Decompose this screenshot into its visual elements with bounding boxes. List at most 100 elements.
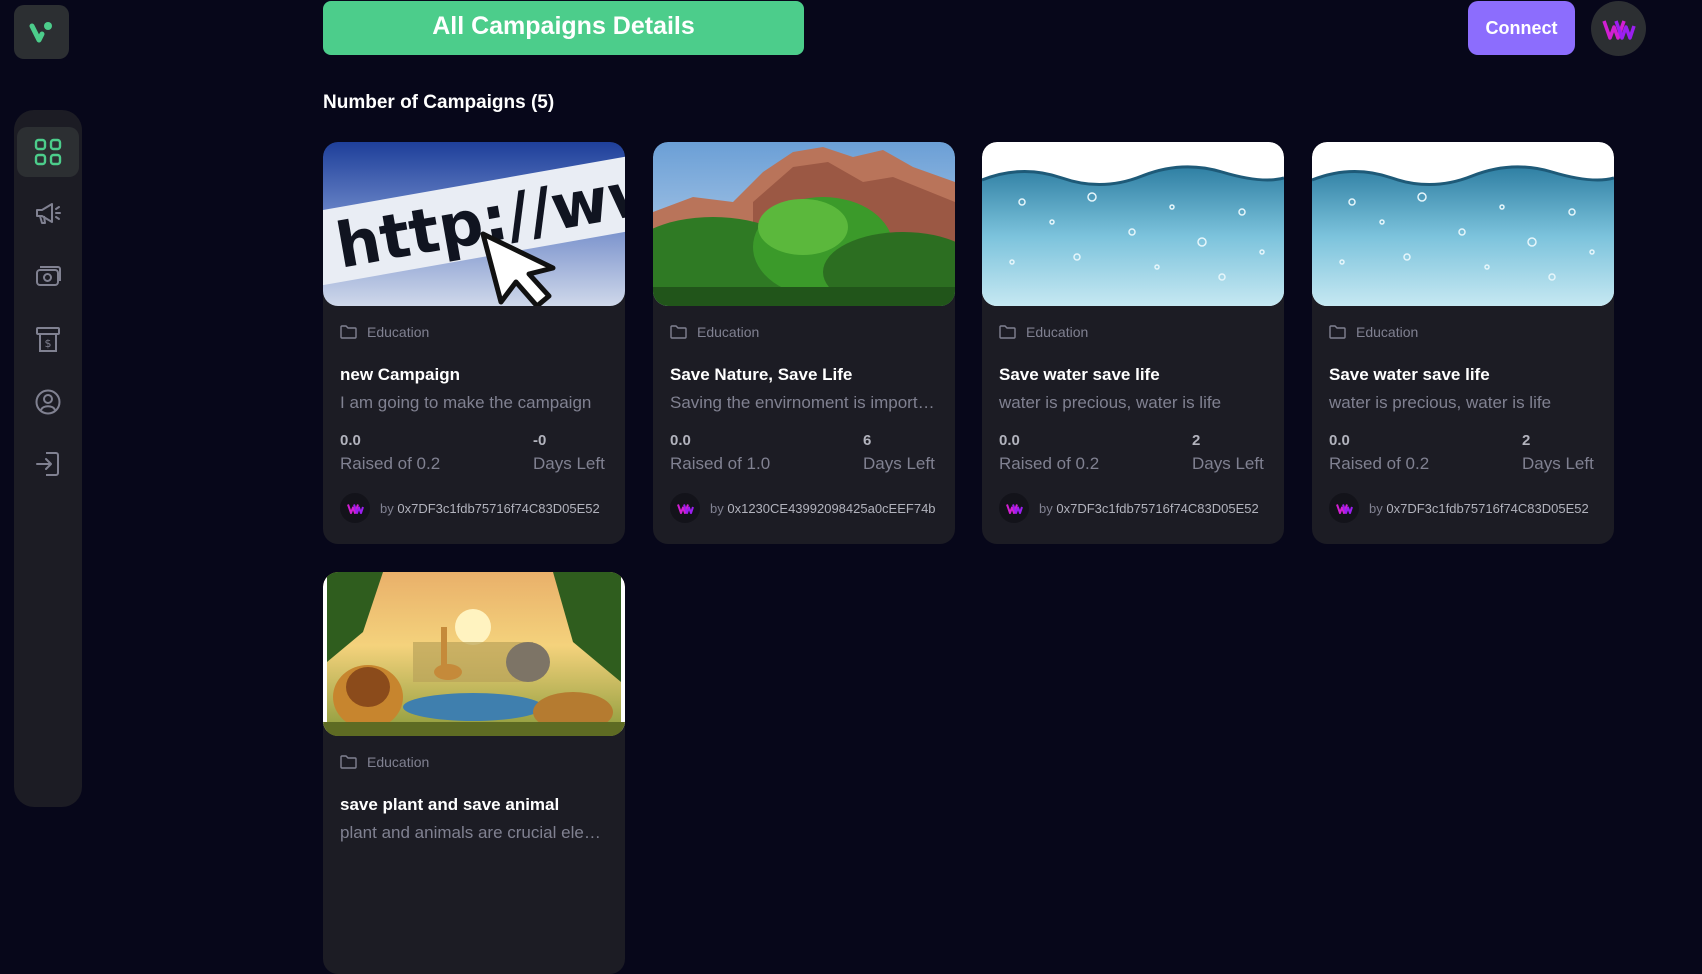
days-left-label: Days Left xyxy=(1192,454,1264,473)
owner-text: by 0x7DF3c1fdb75716f74C83D05E52 xyxy=(1369,501,1597,516)
campaign-count-heading: Number of Campaigns (5) xyxy=(323,92,555,113)
owner-prefix: by xyxy=(710,500,724,516)
brand-logo-icon xyxy=(676,503,694,514)
days-left-value: 2 xyxy=(1522,432,1531,449)
category-row: Education xyxy=(1329,324,1418,340)
campaign-card[interactable]: Education save plant and save animal pla… xyxy=(323,572,625,974)
owner-avatar xyxy=(340,493,370,523)
days-left-stat: 2 Days Left xyxy=(1522,432,1594,474)
connect-button[interactable]: Connect xyxy=(1468,1,1575,55)
browser-url-image: http://www xyxy=(323,142,625,306)
days-left-value: 2 xyxy=(1192,432,1201,449)
campaign-description: I am going to make the campaign xyxy=(340,393,592,412)
raised-label: Raised of 0.2 xyxy=(999,454,1100,473)
campaign-image xyxy=(323,572,625,736)
campaign-description: water is precious, water is life xyxy=(1329,393,1552,412)
raised-amount: 0.0 xyxy=(999,432,1020,449)
sidebar-item-create-campaign[interactable] xyxy=(17,189,79,239)
raised-stat: 0.0 Raised of 1.0 xyxy=(670,432,770,474)
owner-avatar xyxy=(670,493,700,523)
owner-row: by 0x7DF3c1fdb75716f74C83D05E52 xyxy=(340,493,608,523)
category-label: Education xyxy=(1026,324,1089,340)
dashboard-icon xyxy=(34,138,62,166)
raised-stat: 0.0 Raised of 0.2 xyxy=(1329,432,1429,474)
sidebar: $ xyxy=(14,110,82,807)
animals-jungle-image xyxy=(323,572,625,736)
campaign-card[interactable]: Education Save water save life water is … xyxy=(1312,142,1614,544)
sidebar-item-profile[interactable] xyxy=(17,377,79,427)
water-bubbles-image xyxy=(1312,142,1614,306)
owner-row: by 0x1230CE43992098425a0cEEF74b xyxy=(670,493,938,523)
days-left-stat: 2 Days Left xyxy=(1192,432,1264,474)
campaign-title: new Campaign xyxy=(340,365,460,384)
category-row: Education xyxy=(999,324,1088,340)
sidebar-item-dashboard[interactable] xyxy=(17,127,79,177)
category-label: Education xyxy=(367,754,430,770)
owner-text: by 0x7DF3c1fdb75716f74C83D05E52 xyxy=(1039,501,1267,516)
payment-icon xyxy=(36,266,61,286)
owner-prefix: by xyxy=(1369,500,1383,516)
owner-prefix: by xyxy=(1039,500,1053,516)
days-left-value: -0 xyxy=(533,432,547,449)
campaign-icon xyxy=(36,203,61,224)
category-row: Education xyxy=(670,324,759,340)
folder-icon xyxy=(340,325,357,339)
campaign-title: Save water save life xyxy=(999,365,1160,384)
owner-text: by 0x7DF3c1fdb75716f74C83D05E52 xyxy=(380,501,608,516)
folder-icon xyxy=(1329,325,1346,339)
category-label: Education xyxy=(697,324,760,340)
campaign-title: Save Nature, Save Life xyxy=(670,365,853,384)
days-left-stat: 6 Days Left xyxy=(863,432,935,474)
all-campaigns-title-button[interactable]: All Campaigns Details xyxy=(323,1,804,55)
raised-stat: 0.0 Raised of 0.2 xyxy=(999,432,1099,474)
campaign-card[interactable]: Education Save water save life water is … xyxy=(982,142,1284,544)
owner-address: 0x7DF3c1fdb75716f74C83D05E52 xyxy=(397,500,600,516)
brand-logo-icon xyxy=(1335,503,1353,514)
category-label: Education xyxy=(1356,324,1419,340)
raised-stat: 0.0 Raised of 0.2 xyxy=(340,432,440,474)
folder-icon xyxy=(340,755,357,769)
campaign-description: plant and animals are crucial elements xyxy=(340,823,610,842)
owner-avatar xyxy=(1329,493,1359,523)
campaign-card[interactable]: http://www Education new Campaign I am g… xyxy=(323,142,625,544)
campaign-image xyxy=(1312,142,1614,306)
brand-logo-icon xyxy=(1601,19,1636,40)
owner-avatar xyxy=(999,493,1029,523)
brand-logo-icon xyxy=(1005,503,1023,514)
logo-mark-icon xyxy=(29,22,52,43)
campaign-image: http://www xyxy=(323,142,625,306)
category-label: Education xyxy=(367,324,430,340)
sidebar-item-payment[interactable] xyxy=(17,252,79,302)
campaign-image xyxy=(982,142,1284,306)
days-left-label: Days Left xyxy=(863,454,935,473)
raised-label: Raised of 0.2 xyxy=(340,454,441,473)
campaign-card[interactable]: Education Save Nature, Save Life Saving … xyxy=(653,142,955,544)
app-logo[interactable] xyxy=(14,5,69,59)
sidebar-item-withdraw[interactable]: $ xyxy=(17,314,79,364)
category-row: Education xyxy=(340,754,429,770)
raised-amount: 0.0 xyxy=(670,432,691,449)
raised-amount: 0.0 xyxy=(1329,432,1350,449)
folder-icon xyxy=(999,325,1016,339)
days-left-label: Days Left xyxy=(533,454,605,473)
days-left-value: 6 xyxy=(863,432,872,449)
owner-address: 0x7DF3c1fdb75716f74C83D05E52 xyxy=(1386,500,1589,516)
user-avatar[interactable] xyxy=(1591,1,1646,56)
campaign-description: water is precious, water is life xyxy=(999,393,1222,412)
owner-prefix: by xyxy=(380,500,394,516)
brand-logo-icon xyxy=(346,503,364,514)
profile-icon xyxy=(35,389,61,415)
owner-row: by 0x7DF3c1fdb75716f74C83D05E52 xyxy=(1329,493,1597,523)
raised-label: Raised of 0.2 xyxy=(1329,454,1430,473)
sidebar-item-logout[interactable] xyxy=(17,439,79,489)
days-left-label: Days Left xyxy=(1522,454,1594,473)
withdraw-icon: $ xyxy=(36,327,60,352)
owner-address: 0x7DF3c1fdb75716f74C83D05E52 xyxy=(1056,500,1259,516)
owner-row: by 0x7DF3c1fdb75716f74C83D05E52 xyxy=(999,493,1267,523)
campaign-description: Saving the envirnoment is important xyxy=(670,393,940,412)
nature-canyon-image xyxy=(653,142,955,306)
category-row: Education xyxy=(340,324,429,340)
raised-amount: 0.0 xyxy=(340,432,361,449)
campaign-title: save plant and save animal xyxy=(340,795,560,814)
svg-text:$: $ xyxy=(45,337,52,350)
